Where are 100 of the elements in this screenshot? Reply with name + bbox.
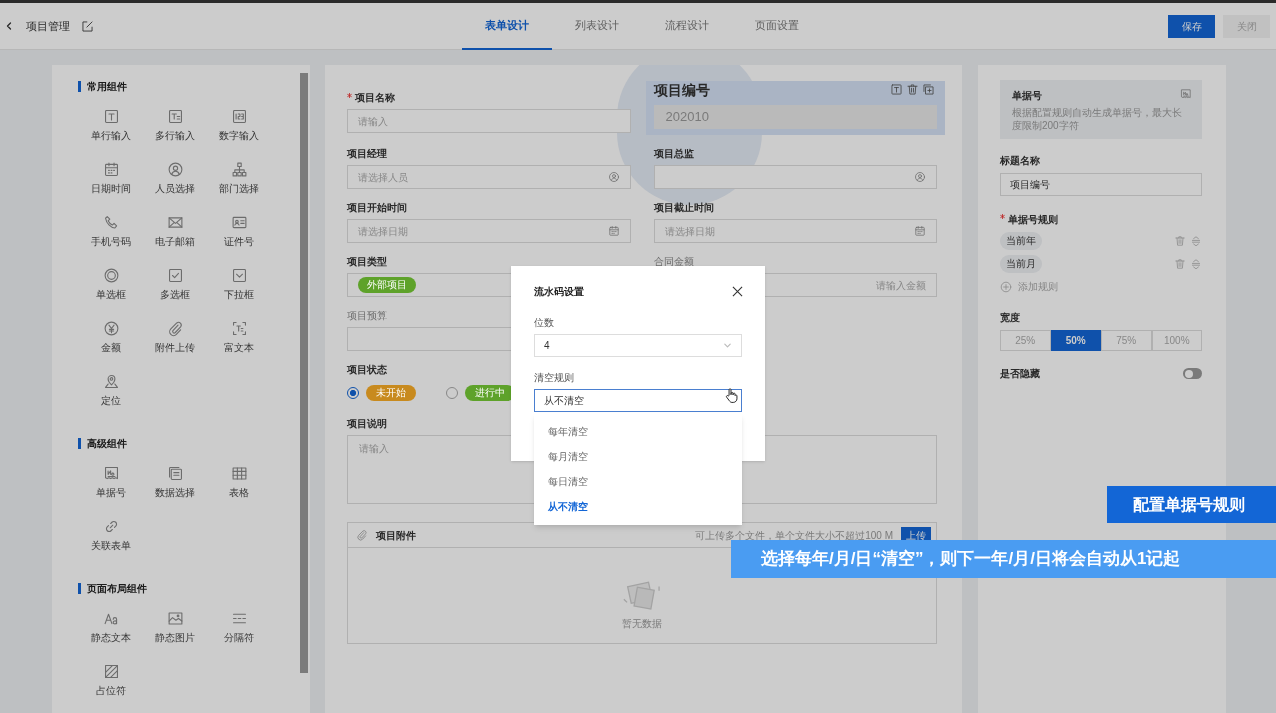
radio-button[interactable] bbox=[347, 387, 359, 399]
field-label: 项目附件 bbox=[376, 528, 416, 543]
rule-chip: 当前月 bbox=[1000, 255, 1042, 273]
field-label: 清空规则 bbox=[534, 371, 575, 385]
component-item[interactable]: 富文本 bbox=[207, 320, 271, 373]
copy-icon[interactable] bbox=[922, 83, 935, 96]
component-item[interactable]: 分隔符 bbox=[207, 610, 271, 663]
component-item[interactable]: 电子邮箱 bbox=[143, 214, 207, 267]
tab[interactable]: 表单设计 bbox=[462, 3, 552, 50]
dropdown-option[interactable]: 每日清空 bbox=[534, 469, 742, 494]
component-item[interactable]: 下拉框 bbox=[207, 267, 271, 320]
component-item[interactable]: 数据选择 bbox=[143, 465, 207, 518]
component-item[interactable]: 金额 bbox=[79, 320, 143, 373]
hatched-square-icon bbox=[102, 663, 120, 680]
component-item[interactable]: 手机号码 bbox=[79, 214, 143, 267]
radio-button[interactable] bbox=[446, 387, 458, 399]
component-item[interactable]: 占位符 bbox=[79, 663, 143, 713]
group-title: 页面布局组件 bbox=[87, 582, 147, 596]
dropdown-option[interactable]: 从不清空 bbox=[534, 494, 742, 519]
component-item[interactable]: 静态图片 bbox=[143, 610, 207, 663]
dropdown-icon bbox=[230, 267, 248, 284]
receipt-icon bbox=[1180, 88, 1192, 100]
field-label: 项目编号 bbox=[653, 81, 710, 100]
tag: 外部项目 bbox=[358, 277, 416, 293]
component-item[interactable]: 多选框 bbox=[143, 267, 207, 320]
tab[interactable]: 列表设计 bbox=[552, 3, 642, 50]
tab[interactable]: 流程设计 bbox=[642, 3, 732, 50]
person-picker[interactable] bbox=[653, 165, 937, 189]
back-icon[interactable] bbox=[4, 21, 14, 31]
calendar-icon bbox=[607, 225, 620, 237]
component-item[interactable]: 多行输入 bbox=[143, 108, 207, 161]
component-item[interactable]: 部门选择 bbox=[207, 161, 271, 214]
edit-icon[interactable] bbox=[81, 19, 94, 33]
mail-icon bbox=[166, 214, 184, 231]
reorder-icon[interactable] bbox=[1190, 235, 1202, 247]
receipt-icon bbox=[102, 465, 120, 482]
reorder-icon[interactable] bbox=[1190, 258, 1202, 270]
component-item[interactable]: 单据号 bbox=[79, 465, 143, 518]
group-title: 常用组件 bbox=[87, 80, 127, 94]
scrollbar[interactable] bbox=[300, 73, 308, 673]
field-label: 项目开始时间 bbox=[347, 201, 407, 215]
add-icon bbox=[1000, 280, 1012, 293]
component-item[interactable]: 证件号 bbox=[207, 214, 271, 267]
radio-icon bbox=[102, 267, 120, 284]
component-item[interactable]: 单行输入 bbox=[79, 108, 143, 161]
component-item[interactable]: 数字输入 bbox=[207, 108, 271, 161]
section-marker bbox=[78, 81, 81, 92]
dropdown-option[interactable]: 每月清空 bbox=[534, 444, 742, 469]
phone-icon bbox=[102, 214, 120, 231]
tab[interactable]: 页面设置 bbox=[732, 3, 822, 50]
paperclip-icon bbox=[166, 320, 184, 337]
width-option[interactable]: 50% bbox=[1050, 330, 1101, 351]
select-field[interactable]: 4 bbox=[534, 334, 742, 357]
component-item[interactable]: 日期时间 bbox=[79, 161, 143, 214]
dropdown-option[interactable]: 每年清空 bbox=[534, 419, 742, 444]
section-marker bbox=[78, 583, 81, 594]
component-item[interactable]: 表格 bbox=[207, 465, 271, 518]
yen-icon bbox=[102, 320, 120, 337]
hidden-toggle[interactable] bbox=[1183, 368, 1202, 379]
rich-text-icon bbox=[230, 320, 248, 337]
field-label: 项目说明 bbox=[347, 417, 387, 431]
group-title: 高级组件 bbox=[87, 437, 127, 451]
calendar-icon bbox=[914, 225, 926, 237]
stacked-pages-icon bbox=[166, 465, 184, 482]
field-label: 单据号规则 bbox=[1008, 213, 1058, 227]
field-label: 项目类型 bbox=[347, 255, 387, 269]
text-icon bbox=[102, 108, 120, 125]
number-icon bbox=[230, 108, 248, 125]
component-item[interactable]: 单选框 bbox=[79, 267, 143, 320]
title-input[interactable]: 项目编号 bbox=[1000, 173, 1202, 196]
field-label: 项目预算 bbox=[347, 309, 387, 323]
component-item[interactable]: 人员选择 bbox=[143, 161, 207, 214]
component-item[interactable]: 附件上传 bbox=[143, 320, 207, 373]
person-icon bbox=[166, 161, 184, 178]
component-item[interactable]: 定位 bbox=[79, 373, 143, 426]
field-label: 项目状态 bbox=[347, 363, 387, 377]
serial-number-field: 202010 bbox=[653, 105, 937, 129]
save-button[interactable]: 保存 bbox=[1168, 14, 1215, 38]
delete-icon[interactable] bbox=[1174, 258, 1186, 270]
close-icon[interactable] bbox=[732, 286, 743, 297]
selected-field[interactable]: 项目编号 202010 bbox=[645, 81, 945, 135]
empty-text: 暂无数据 bbox=[622, 617, 662, 631]
location-icon bbox=[102, 373, 120, 390]
caption-banner: 选择每年/月/日“清空”，则下一年/月/日将会自动从1记起 bbox=[731, 540, 1276, 578]
field-label: 位数 bbox=[534, 316, 555, 330]
chevron-down-icon bbox=[723, 341, 732, 350]
component-item[interactable]: 关联表单 bbox=[79, 518, 143, 571]
text-lines-icon bbox=[166, 108, 184, 125]
person-icon bbox=[607, 171, 620, 183]
delete-icon[interactable] bbox=[1174, 235, 1186, 247]
image-icon bbox=[166, 610, 184, 627]
card-icon bbox=[230, 214, 248, 231]
paperclip-icon bbox=[356, 529, 368, 541]
org-icon bbox=[230, 161, 248, 178]
page-title: 项目管理 bbox=[26, 18, 70, 34]
field-label: 项目名称 bbox=[355, 91, 395, 105]
select-field[interactable]: 从不清空 bbox=[534, 389, 742, 412]
component-item[interactable]: 静态文本 bbox=[79, 610, 143, 663]
delete-icon[interactable] bbox=[906, 83, 919, 96]
field-label: 标题名称 bbox=[1000, 154, 1041, 168]
